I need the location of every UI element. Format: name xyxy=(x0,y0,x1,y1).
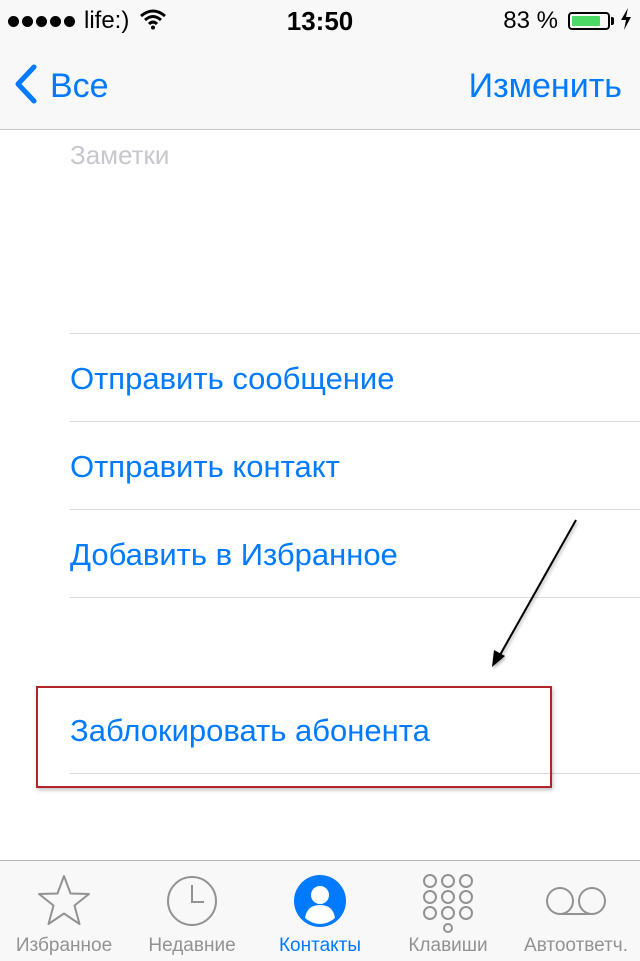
tab-recents[interactable]: Недавние xyxy=(128,861,256,961)
tab-label: Недавние xyxy=(148,935,236,956)
star-icon xyxy=(0,873,128,929)
tab-label: Избранное xyxy=(15,935,113,956)
tab-label: Автоответч. xyxy=(524,935,628,956)
tab-label: Клавиши xyxy=(408,935,488,956)
clock-icon xyxy=(128,873,256,929)
tab-label: Контакты xyxy=(278,935,362,956)
voicemail-icon xyxy=(512,873,640,929)
annotation-arrow-icon xyxy=(492,519,577,667)
contacts-icon xyxy=(256,873,384,929)
keypad-icon xyxy=(384,873,512,933)
tab-keypad[interactable]: Клавиши xyxy=(384,861,512,961)
tab-bar: Избранное Недавние Контакты Клавиши Авто… xyxy=(0,860,640,961)
tab-voicemail[interactable]: Автоответч. xyxy=(512,861,640,961)
tab-favorites[interactable]: Избранное xyxy=(0,861,128,961)
tab-contacts[interactable]: Контакты xyxy=(256,861,384,961)
